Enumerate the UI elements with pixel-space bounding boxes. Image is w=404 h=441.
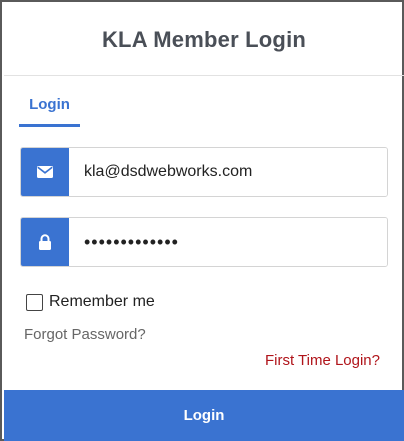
login-button[interactable]: Login [4,390,404,441]
login-dialog: KLA Member Login Login Remember me Forgo… [0,0,404,441]
tab-login-label: Login [29,96,70,113]
remember-me[interactable]: Remember me [26,293,155,311]
login-button-label: Login [183,407,225,424]
password-input[interactable] [69,218,387,266]
password-field-group [20,217,388,267]
tab-login[interactable]: Login [19,90,80,127]
remember-me-checkbox[interactable] [26,293,43,311]
forgot-password-link[interactable]: Forgot Password? [24,326,146,343]
first-time-login-link[interactable]: First Time Login? [265,352,380,369]
envelope-icon [21,148,69,196]
remember-me-label: Remember me [49,293,155,310]
lock-icon [21,218,69,266]
page-title: KLA Member Login [101,26,307,52]
email-field-group [20,147,388,197]
email-input[interactable] [69,148,387,196]
dialog-header: KLA Member Login [4,4,404,76]
